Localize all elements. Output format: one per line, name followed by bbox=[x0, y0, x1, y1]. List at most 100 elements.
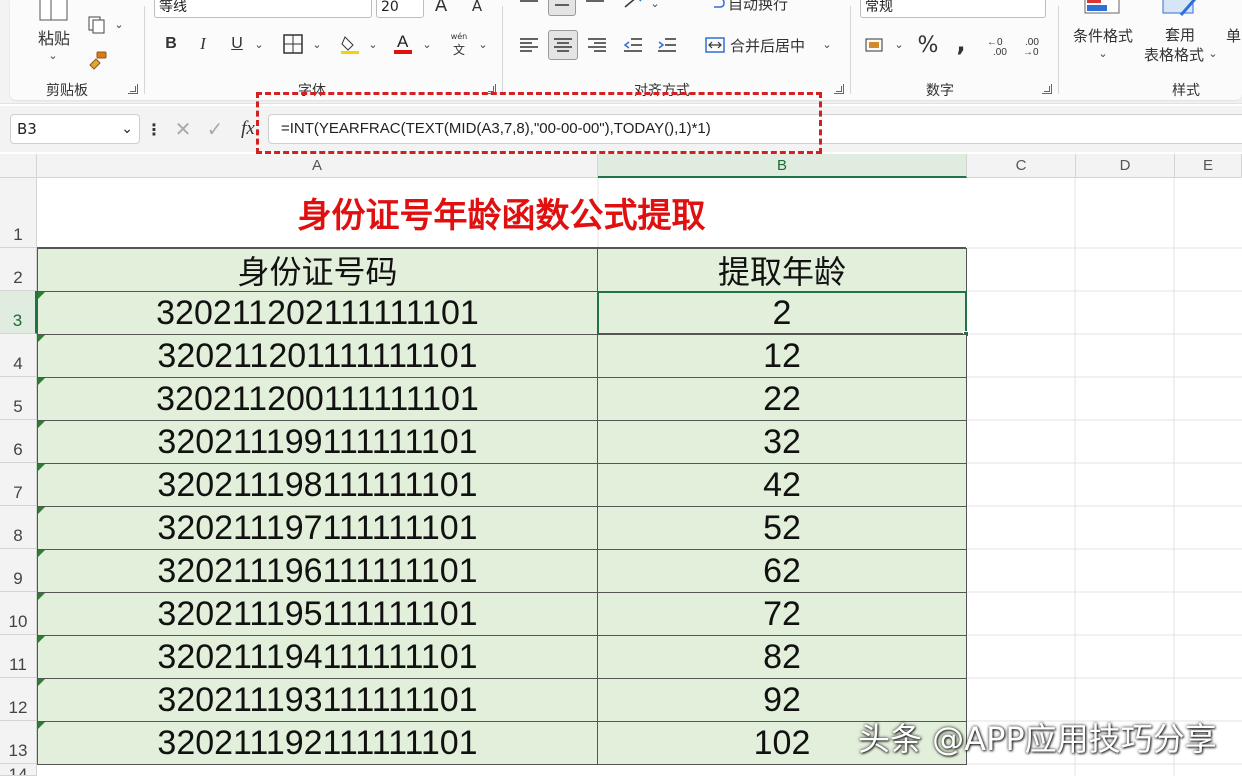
row-header-4[interactable]: 4 bbox=[0, 334, 37, 377]
age-cell[interactable]: 82 bbox=[597, 635, 967, 679]
phonetic-dropdown-chevron-icon[interactable]: ⌄ bbox=[476, 36, 490, 52]
row-header-8[interactable]: 8 bbox=[0, 506, 37, 549]
row-header-1[interactable]: 1 bbox=[0, 178, 37, 248]
row-header-13[interactable]: 13 bbox=[0, 721, 37, 764]
header-cell-age[interactable]: 提取年龄 bbox=[597, 248, 967, 292]
row-header-6[interactable]: 6 bbox=[0, 420, 37, 463]
column-header-b[interactable]: B bbox=[598, 154, 967, 178]
format-painter-icon[interactable] bbox=[86, 48, 110, 72]
increase-decimal-icon[interactable]: ←0.00 bbox=[984, 32, 1012, 58]
align-left-icon[interactable] bbox=[516, 32, 542, 58]
number-format-select[interactable]: 常规 bbox=[860, 0, 1046, 18]
paste-icon[interactable] bbox=[36, 0, 74, 22]
top-align-icon[interactable] bbox=[516, 0, 542, 10]
copy-dropdown-chevron-icon[interactable]: ⌄ bbox=[112, 16, 126, 32]
conditional-dropdown-chevron-icon[interactable]: ⌄ bbox=[1096, 46, 1110, 60]
font-name-select[interactable]: 等线 bbox=[154, 0, 372, 18]
conditional-formatting-icon[interactable] bbox=[1082, 0, 1122, 20]
id-cell[interactable]: 320211201111111101 bbox=[37, 334, 598, 378]
row-header-7[interactable]: 7 bbox=[0, 463, 37, 506]
underline-button[interactable]: U bbox=[226, 32, 248, 56]
age-cell[interactable]: 72 bbox=[597, 592, 967, 636]
accounting-dropdown-chevron-icon[interactable]: ⌄ bbox=[892, 36, 906, 52]
comma-style-button[interactable]: , bbox=[950, 29, 972, 57]
decrease-decimal-icon[interactable]: .00 →0 bbox=[1018, 32, 1046, 58]
format-as-table-dropdown-chevron-icon[interactable]: ⌄ bbox=[1206, 46, 1220, 60]
column-header-c[interactable]: C bbox=[967, 154, 1076, 178]
fill-color-icon[interactable] bbox=[338, 32, 362, 56]
phonetic-guide-icon[interactable]: wén 文 bbox=[446, 32, 472, 58]
cancel-icon[interactable]: ✕ bbox=[172, 117, 194, 141]
id-cell[interactable]: 320211200111111101 bbox=[37, 377, 598, 421]
alignment-dialog-launcher-icon[interactable] bbox=[834, 84, 844, 94]
borders-icon[interactable] bbox=[282, 33, 304, 55]
id-cell[interactable]: 320211193111111101 bbox=[37, 678, 598, 722]
column-header-d[interactable]: D bbox=[1076, 154, 1175, 178]
increase-font-size-icon[interactable]: A bbox=[430, 0, 452, 16]
merge-center-button[interactable]: 合并后居中 bbox=[730, 34, 814, 56]
row-header-12[interactable]: 12 bbox=[0, 678, 37, 721]
wrap-text-button[interactable]: 自动换行 bbox=[728, 0, 796, 13]
age-cell[interactable]: 12 bbox=[597, 334, 967, 378]
decrease-indent-icon[interactable] bbox=[620, 32, 646, 58]
more-options-icon[interactable]: ⋮ bbox=[146, 118, 162, 140]
age-cell[interactable]: 42 bbox=[597, 463, 967, 507]
row-header-5[interactable]: 5 bbox=[0, 377, 37, 420]
age-cell[interactable]: 22 bbox=[597, 377, 967, 421]
merge-center-icon[interactable] bbox=[704, 34, 726, 56]
row-header-3[interactable]: 3 bbox=[0, 291, 37, 334]
column-header-a[interactable]: A bbox=[37, 154, 598, 178]
number-dialog-launcher-icon[interactable] bbox=[1042, 84, 1052, 94]
row-header-10[interactable]: 10 bbox=[0, 592, 37, 635]
bottom-align-icon[interactable] bbox=[582, 0, 608, 10]
font-dialog-launcher-icon[interactable] bbox=[486, 84, 496, 94]
paste-dropdown-chevron-icon[interactable]: ⌄ bbox=[46, 48, 60, 62]
wrap-text-icon[interactable] bbox=[704, 0, 726, 12]
format-as-table-line1[interactable]: 套用 bbox=[1158, 24, 1202, 44]
copy-icon[interactable] bbox=[86, 14, 108, 36]
borders-dropdown-chevron-icon[interactable]: ⌄ bbox=[310, 36, 324, 52]
id-cell[interactable]: 320211199111111101 bbox=[37, 420, 598, 464]
format-as-table-button[interactable]: 表格格式 bbox=[1140, 44, 1208, 64]
column-header-e[interactable]: E bbox=[1175, 154, 1242, 178]
clipboard-dialog-launcher-icon[interactable] bbox=[128, 84, 138, 94]
bold-button[interactable]: B bbox=[160, 32, 182, 56]
row-header-2[interactable]: 2 bbox=[0, 248, 37, 291]
age-cell[interactable]: 32 bbox=[597, 420, 967, 464]
id-cell[interactable]: 320211195111111101 bbox=[37, 592, 598, 636]
row-header-14[interactable]: 14 bbox=[0, 764, 37, 776]
font-size-select[interactable]: 20 bbox=[376, 0, 424, 18]
paste-button[interactable]: 粘贴 bbox=[34, 26, 74, 48]
format-as-table-icon[interactable] bbox=[1160, 0, 1200, 20]
age-cell[interactable]: 2 bbox=[597, 291, 967, 335]
insert-function-icon[interactable]: fx bbox=[234, 116, 262, 142]
font-color-icon[interactable]: A bbox=[392, 30, 414, 56]
sheet-title[interactable]: 身份证号年龄函数公式提取 bbox=[37, 178, 966, 248]
id-cell[interactable]: 320211197111111101 bbox=[37, 506, 598, 550]
id-cell[interactable]: 320211196111111101 bbox=[37, 549, 598, 593]
select-all-corner[interactable] bbox=[0, 154, 37, 178]
orientation-dropdown-chevron-icon[interactable]: ⌄ bbox=[648, 0, 662, 10]
id-cell[interactable]: 320211202111111101 bbox=[37, 291, 598, 335]
enter-icon[interactable]: ✓ bbox=[204, 117, 226, 141]
row-header-11[interactable]: 11 bbox=[0, 635, 37, 678]
font-color-dropdown-chevron-icon[interactable]: ⌄ bbox=[420, 36, 434, 52]
underline-dropdown-chevron-icon[interactable]: ⌄ bbox=[252, 36, 266, 52]
id-cell[interactable]: 320211194111111101 bbox=[37, 635, 598, 679]
accounting-format-icon[interactable] bbox=[862, 34, 888, 56]
fill-color-dropdown-chevron-icon[interactable]: ⌄ bbox=[366, 36, 380, 52]
id-cell[interactable]: 320211198111111101 bbox=[37, 463, 598, 507]
align-center-icon[interactable] bbox=[548, 30, 578, 60]
increase-indent-icon[interactable] bbox=[654, 32, 680, 58]
name-box-chevron-icon[interactable]: ⌄ bbox=[121, 115, 133, 143]
name-box[interactable]: B3 ⌄ bbox=[10, 114, 140, 144]
align-right-icon[interactable] bbox=[584, 32, 610, 58]
header-cell-id[interactable]: 身份证号码 bbox=[37, 248, 598, 292]
cell-styles-button[interactable]: 单 bbox=[1226, 24, 1242, 46]
conditional-formatting-button[interactable]: 条件格式 bbox=[1068, 24, 1138, 46]
formula-input[interactable]: =INT(YEARFRAC(TEXT(MID(A3,7,8),"00-00-00… bbox=[268, 114, 1242, 144]
middle-align-icon[interactable] bbox=[548, 0, 576, 16]
merge-dropdown-chevron-icon[interactable]: ⌄ bbox=[820, 36, 834, 52]
percent-style-button[interactable]: % bbox=[914, 32, 942, 58]
age-cell[interactable]: 62 bbox=[597, 549, 967, 593]
